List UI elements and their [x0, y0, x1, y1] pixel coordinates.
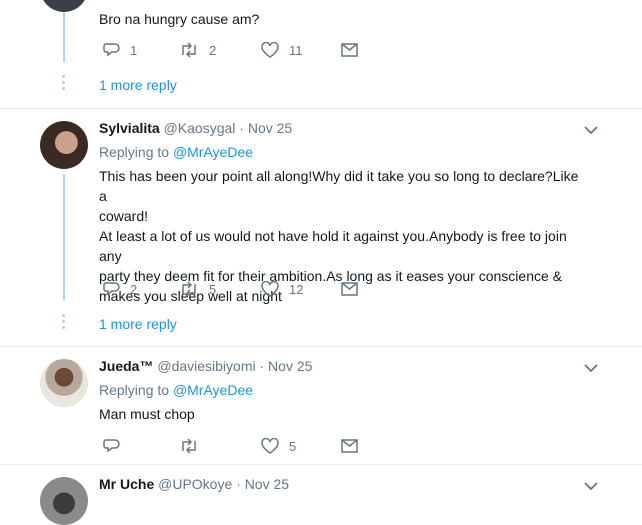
user-handle[interactable]: @UPOkoye: [158, 476, 232, 492]
tweet-text: Man must chop: [99, 406, 195, 422]
thread-line: [63, 174, 65, 300]
like-count: 12: [289, 281, 304, 297]
reply-icon: [103, 282, 120, 296]
user-name[interactable]: Jueda™: [99, 358, 153, 374]
mention-link[interactable]: @MrAyeDee: [173, 382, 253, 398]
dm-button[interactable]: [341, 436, 368, 456]
thread-dots: [62, 314, 66, 332]
retweet-count: 2: [209, 42, 217, 58]
tweet-text-line: party they deem fit for their ambition.A…: [99, 268, 563, 284]
divider: [0, 108, 642, 109]
tweet-header: Jueda™ @daviesibiyomi · Nov 25: [99, 358, 312, 374]
chevron-down-icon[interactable]: [584, 363, 598, 373]
retweet-icon: [182, 42, 196, 58]
tweet-text: This has been your point all along!Why d…: [99, 166, 579, 306]
more-reply-link[interactable]: 1 more reply: [99, 77, 177, 93]
retweet-button[interactable]: 2: [179, 40, 216, 60]
like-button[interactable]: 11: [261, 40, 303, 60]
retweet-button[interactable]: 5: [179, 279, 216, 299]
heart-icon: [261, 42, 279, 58]
user-name[interactable]: Mr Uche: [99, 476, 154, 492]
avatar[interactable]: [40, 359, 88, 407]
divider: [0, 346, 642, 347]
thread-dots: [62, 75, 66, 93]
heart-icon: [261, 281, 279, 297]
dm-button[interactable]: [341, 40, 368, 60]
envelope-icon: [341, 282, 358, 296]
avatar[interactable]: [40, 121, 88, 169]
retweet-button[interactable]: [179, 436, 209, 456]
replying-prefix: Replying to: [99, 144, 170, 160]
tweet-date[interactable]: · Nov 25: [260, 358, 313, 374]
tweet-header: Sylvialita @Kaosygal · Nov 25: [99, 120, 292, 136]
retweet-icon: [182, 438, 196, 454]
like-count: 5: [289, 438, 297, 454]
retweet-count: 5: [209, 281, 217, 297]
envelope-icon: [341, 439, 358, 453]
like-button[interactable]: 5: [261, 436, 296, 456]
reply-button[interactable]: [103, 436, 130, 456]
retweet-icon: [182, 281, 196, 297]
user-handle[interactable]: @daviesibiyomi: [157, 358, 255, 374]
like-count: 11: [289, 42, 303, 58]
more-reply-link[interactable]: 1 more reply: [99, 316, 177, 332]
chevron-down-icon[interactable]: [584, 125, 598, 135]
reply-icon: [103, 439, 120, 453]
tweet-date[interactable]: · Nov 25: [239, 120, 292, 136]
reply-button[interactable]: 2: [103, 279, 137, 299]
tweet-text: Bro na hungry cause am?: [99, 11, 260, 27]
divider: [0, 464, 642, 465]
tweet-text-line: makes you sleep well at night: [99, 288, 282, 304]
user-handle[interactable]: @Kaosygal: [164, 120, 236, 136]
tweet-text-line: coward!: [99, 208, 149, 224]
avatar[interactable]: [40, 0, 88, 12]
replying-prefix: Replying to: [99, 382, 170, 398]
thread-line: [63, 12, 65, 62]
reply-icon: [103, 43, 120, 57]
dm-button[interactable]: [341, 279, 368, 299]
like-button[interactable]: 12: [261, 279, 303, 299]
heart-icon: [261, 438, 279, 454]
avatar[interactable]: [40, 477, 88, 525]
mention-link[interactable]: @MrAyeDee: [173, 144, 253, 160]
tweet-header: Mr Uche @UPOkoye · Nov 25: [99, 476, 289, 492]
tweet-text-line: At least a lot of us would not have hold…: [99, 228, 567, 264]
reply-count: 1: [130, 42, 138, 58]
replying-to: Replying to @MrAyeDee: [99, 382, 253, 398]
replying-to: Replying to @MrAyeDee: [99, 144, 253, 160]
user-name[interactable]: Sylvialita: [99, 120, 160, 136]
envelope-icon: [341, 43, 358, 57]
reply-count: 2: [130, 281, 138, 297]
chevron-down-icon[interactable]: [584, 481, 598, 491]
tweet-date[interactable]: · Nov 25: [236, 476, 289, 492]
tweet-text-line: This has been your point all along!Why d…: [99, 168, 579, 204]
reply-button[interactable]: 1: [103, 40, 137, 60]
